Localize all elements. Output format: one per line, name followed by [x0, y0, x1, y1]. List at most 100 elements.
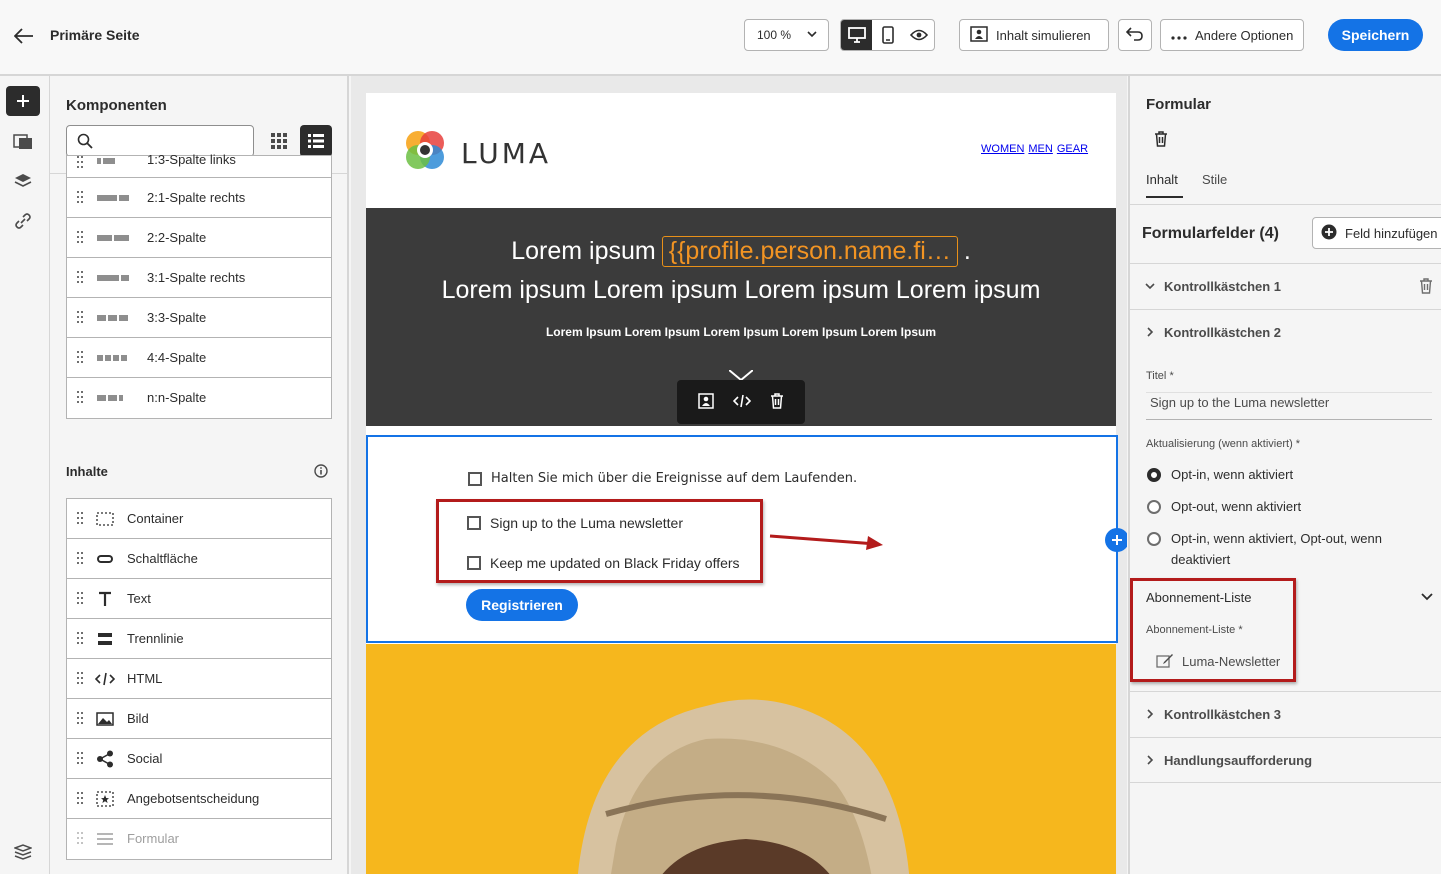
- structure-item[interactable]: 2:1-Spalte rechts: [67, 178, 331, 218]
- delete-icon[interactable]: [770, 392, 784, 412]
- checkbox-events[interactable]: Halten Sie mich über die Ereignisse auf …: [468, 471, 857, 486]
- info-icon[interactable]: [314, 464, 328, 481]
- structure-item[interactable]: 4:4-Spalte: [67, 338, 331, 378]
- zoom-select[interactable]: 100 %: [744, 19, 829, 51]
- update-label-text: Aktualisierung (wenn aktiviert): [1146, 438, 1293, 450]
- drag-handle-icon[interactable]: [77, 156, 83, 168]
- tab-styles[interactable]: Stile: [1202, 172, 1227, 187]
- add-icon[interactable]: [6, 86, 40, 116]
- structure-item[interactable]: 3:3-Spalte: [67, 298, 331, 338]
- grid-view-icon[interactable]: [263, 125, 295, 157]
- simulate-icon: [970, 25, 988, 45]
- accordion-cta[interactable]: Handlungsaufforderung: [1130, 737, 1441, 783]
- mobile-view-icon[interactable]: [872, 20, 903, 50]
- preview-eye-icon[interactable]: [903, 20, 934, 50]
- radio-opt-in-label: Opt-in, wenn aktiviert: [1171, 467, 1294, 482]
- drag-handle-icon[interactable]: [77, 231, 83, 243]
- content-item[interactable]: Container: [67, 499, 331, 539]
- drag-handle-icon[interactable]: [77, 271, 83, 283]
- structure-label: 3:3-Spalte: [147, 310, 207, 325]
- form-block[interactable]: Halten Sie mich über die Ereignisse auf …: [366, 435, 1127, 643]
- properties-title: Formular: [1146, 96, 1212, 113]
- drag-handle-icon[interactable]: [77, 391, 83, 403]
- add-block-plus-icon[interactable]: [1105, 528, 1127, 552]
- nav-link-gear[interactable]: GEAR: [1057, 143, 1088, 155]
- simulate-content-button[interactable]: Inhalt simulieren: [959, 19, 1109, 51]
- other-options-button[interactable]: Andere Optionen: [1160, 19, 1304, 51]
- link-icon[interactable]: [6, 206, 40, 236]
- drag-handle-icon[interactable]: [77, 311, 83, 323]
- required-mark: *: [1295, 438, 1301, 450]
- structure-item[interactable]: n:n-Spalte: [67, 378, 331, 418]
- radio-button-selected[interactable]: [1147, 468, 1161, 482]
- text-icon: [95, 590, 115, 608]
- drag-handle-icon[interactable]: [77, 832, 83, 844]
- drag-handle-icon[interactable]: [77, 632, 83, 644]
- title-input[interactable]: Sign up to the Luma newsletter: [1146, 392, 1432, 420]
- undo-button[interactable]: [1118, 19, 1152, 51]
- radio-button[interactable]: [1147, 500, 1161, 514]
- structure-item[interactable]: 3:1-Spalte rechts: [67, 258, 331, 298]
- back-arrow-icon[interactable]: [12, 24, 36, 48]
- button-icon: [95, 550, 115, 568]
- drag-handle-icon[interactable]: [77, 752, 83, 764]
- hero-heading-line1: Lorem ipsum {{profile.person.name.fi… .: [366, 236, 1116, 267]
- content-item[interactable]: Social: [67, 739, 331, 779]
- drag-handle-icon[interactable]: [77, 672, 83, 684]
- nav-link-women[interactable]: WOMEN: [981, 143, 1024, 155]
- checkbox-box[interactable]: [468, 471, 482, 486]
- content-item[interactable]: Text: [67, 579, 331, 619]
- delete-form-icon[interactable]: [1154, 131, 1168, 150]
- drag-handle-icon[interactable]: [77, 552, 83, 564]
- chevron-right-icon: [1144, 708, 1156, 723]
- hero-suffix: .: [963, 237, 971, 265]
- content-item[interactable]: HTML: [67, 659, 331, 699]
- search-icon: [77, 133, 93, 152]
- content-item: Formular: [67, 819, 331, 859]
- personalization-token[interactable]: {{profile.person.name.fi…: [661, 236, 958, 267]
- email-header[interactable]: LUMA WOMEN MEN GEAR: [366, 93, 1116, 208]
- drag-handle-icon[interactable]: [77, 191, 83, 203]
- column-layout-icon: [97, 315, 128, 321]
- content-item[interactable]: Angebotsentscheidung: [67, 779, 331, 819]
- content-item[interactable]: Bild: [67, 699, 331, 739]
- radio-button[interactable]: [1147, 532, 1161, 546]
- radio-opt-in-out[interactable]: Opt-in, wenn aktiviert, Opt-out, wenn de…: [1147, 531, 1401, 570]
- chevron-down-icon[interactable]: [1420, 591, 1434, 606]
- delete-field-icon[interactable]: [1419, 278, 1433, 297]
- structure-item[interactable]: 1:3-Spalte links: [67, 152, 331, 178]
- drag-handle-icon[interactable]: [77, 592, 83, 604]
- layers-icon[interactable]: [6, 166, 40, 196]
- drag-handle-icon[interactable]: [77, 351, 83, 363]
- content-item[interactable]: Schaltfläche: [67, 539, 331, 579]
- radio-opt-in[interactable]: Opt-in, wenn aktiviert: [1147, 467, 1401, 485]
- hero-photo[interactable]: [366, 644, 1116, 874]
- personalize-icon[interactable]: [698, 392, 715, 412]
- structure-item[interactable]: 2:2-Spalte: [67, 218, 331, 258]
- accordion-checkbox-2[interactable]: Kontrollkästchen 2: [1130, 309, 1441, 355]
- column-layout-icon: [97, 355, 127, 361]
- content-item-label: Angebotsentscheidung: [127, 791, 260, 806]
- list-view-icon[interactable]: [300, 125, 332, 157]
- container-icon: [95, 510, 115, 528]
- drag-handle-icon[interactable]: [77, 792, 83, 804]
- tab-content[interactable]: Inhalt: [1146, 172, 1178, 187]
- register-button[interactable]: Registrieren: [466, 589, 578, 621]
- content-item[interactable]: Trennlinie: [67, 619, 331, 659]
- radio-opt-out[interactable]: Opt-out, wenn aktiviert: [1147, 499, 1401, 517]
- add-field-button[interactable]: Feld hinzufügen: [1312, 217, 1441, 249]
- assets-icon[interactable]: [6, 126, 40, 156]
- save-button[interactable]: Speichern: [1328, 19, 1423, 51]
- code-icon[interactable]: [732, 394, 752, 411]
- desktop-view-icon[interactable]: [841, 20, 872, 50]
- chevron-right-icon: [1144, 754, 1156, 769]
- nav-link-men[interactable]: MEN: [1028, 143, 1052, 155]
- layer-settings-icon[interactable]: [6, 837, 40, 867]
- accordion-checkbox-1[interactable]: Kontrollkästchen 1: [1130, 263, 1441, 309]
- drag-handle-icon[interactable]: [77, 512, 83, 524]
- structure-list: 1:3-Spalte links 2:1-Spalte rechts 2:2-Spa…: [66, 152, 332, 419]
- drag-handle-icon[interactable]: [77, 712, 83, 724]
- email-nav: WOMEN MEN GEAR: [981, 143, 1088, 155]
- content-section-title: Inhalte: [66, 464, 108, 479]
- accordion-checkbox-3[interactable]: Kontrollkästchen 3: [1130, 691, 1441, 737]
